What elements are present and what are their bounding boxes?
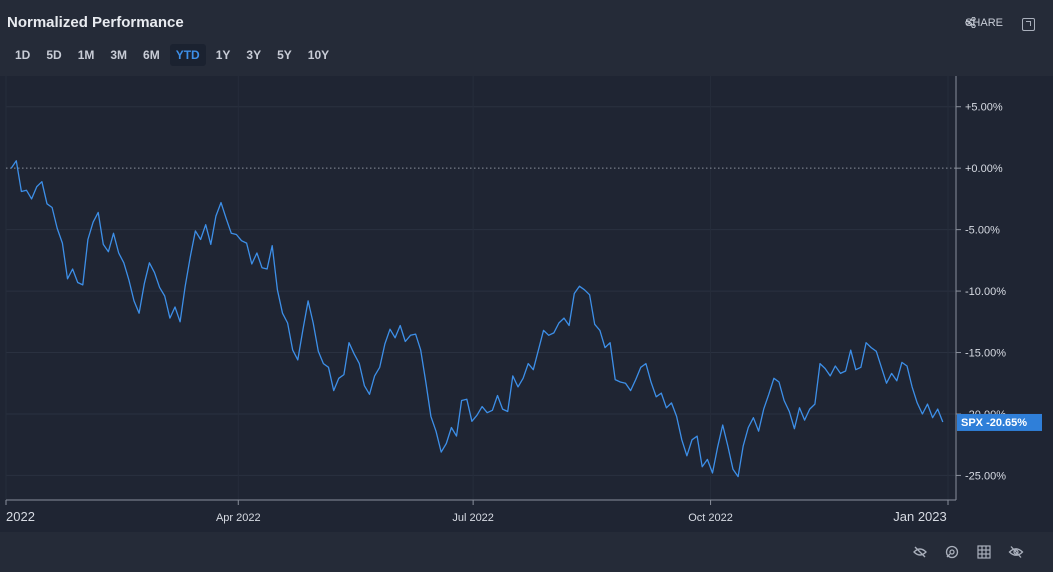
series-line-spx bbox=[10, 160, 944, 478]
x-tick-label: 2022 bbox=[6, 509, 35, 524]
range-button-1d[interactable]: 1D bbox=[9, 44, 36, 66]
grid-icon[interactable] bbox=[976, 544, 992, 560]
y-tick-label: -10.00% bbox=[965, 286, 1006, 298]
y-tick-label: -15.00% bbox=[965, 348, 1006, 360]
chart-footer bbox=[0, 532, 1053, 572]
range-selector: 1D 5D 1M 3M 6M YTD 1Y 3Y 5Y 10Y bbox=[9, 44, 335, 66]
share-button[interactable]: SHARE bbox=[965, 17, 1003, 29]
share-icon bbox=[965, 17, 976, 28]
range-button-5d[interactable]: 5D bbox=[40, 44, 67, 66]
chart-area[interactable]: +5.00%+0.00%-5.00%-10.00%-15.00%-20.00%-… bbox=[0, 76, 1053, 532]
range-button-3m[interactable]: 3M bbox=[104, 44, 133, 66]
x-tick-label: Apr 2022 bbox=[216, 512, 261, 524]
y-tick-label: +0.00% bbox=[965, 163, 1003, 175]
chart-header: Normalized Performance SHARE 1D 5D 1M 3M 6M Y… bbox=[0, 0, 1053, 76]
performance-chart[interactable]: +5.00%+0.00%-5.00%-10.00%-15.00%-20.00%-… bbox=[0, 76, 1053, 532]
x-tick-label: Jan 2023 bbox=[893, 509, 947, 524]
x-tick-label: Oct 2022 bbox=[688, 512, 733, 524]
chart-title: Normalized Performance bbox=[7, 14, 184, 31]
comparison-icon[interactable] bbox=[944, 544, 960, 560]
range-button-1y[interactable]: 1Y bbox=[210, 44, 237, 66]
range-button-ytd[interactable]: YTD bbox=[169, 44, 206, 66]
x-tick-label: Jul 2022 bbox=[452, 512, 494, 524]
range-button-5y[interactable]: 5Y bbox=[271, 44, 298, 66]
y-tick-label: -5.00% bbox=[965, 225, 1000, 237]
expand-icon[interactable] bbox=[1022, 18, 1035, 31]
range-button-3y[interactable]: 3Y bbox=[240, 44, 267, 66]
range-button-1m[interactable]: 1M bbox=[72, 44, 101, 66]
y-tick-label: +5.00% bbox=[965, 102, 1003, 114]
crosshair-off-icon[interactable] bbox=[912, 544, 928, 560]
y-tick-label: -25.00% bbox=[965, 470, 1006, 482]
range-button-10y[interactable]: 10Y bbox=[302, 44, 335, 66]
visibility-off-icon[interactable] bbox=[1008, 544, 1024, 560]
last-value-label: SPX -20.65% bbox=[961, 417, 1027, 429]
range-button-6m[interactable]: 6M bbox=[137, 44, 166, 66]
